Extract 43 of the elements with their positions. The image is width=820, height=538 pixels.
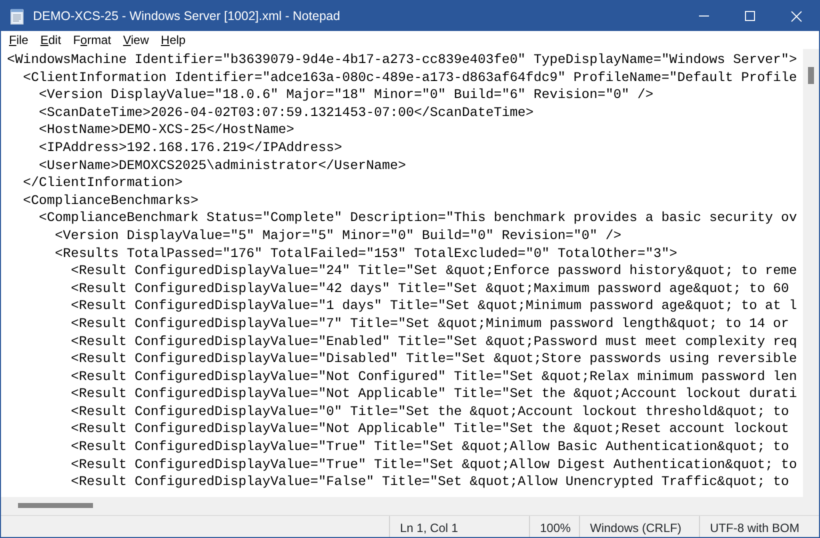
vertical-scrollbar[interactable] — [803, 49, 819, 497]
window-title: DEMO-XCS-25 - Windows Server [1002].xml - Notepad — [33, 8, 340, 25]
text-line: <Result ConfiguredDisplayValue="24" Title="Set &quot;Enforce password history&quot; to reme — [70, 262, 798, 280]
text-line: <Result ConfiguredDisplayValue="Enabled" Title="Set &quot;Password must meet complexity req — [70, 332, 798, 350]
cursor-position: Ln 1, Col 1 — [400, 521, 458, 535]
minimize-icon — [698, 15, 710, 17]
scroll-thumb[interactable] — [18, 503, 93, 508]
text-line: <ClientInformation Identifier="adce163a-080c-489e-a173-d863af64fdc9" ProfileName="Default Profile — [22, 68, 798, 86]
notepad-icon — [9, 8, 25, 24]
text-line: <Result ConfiguredDisplayValue="True" Title="Set &quot;Allow Digest Authentication&quot; to — [70, 456, 798, 474]
text-line: <Results TotalPassed="176" TotalFailed="153" TotalExcluded="0" TotalOther="3"> — [54, 244, 678, 262]
text-line: <IPAddress>192.168.176.219</IPAddress> — [38, 138, 344, 157]
text-line: <HostName>DEMO-XCS-25</HostName> — [38, 121, 296, 139]
scroll-thumb[interactable] — [808, 67, 814, 84]
text-line: <Version DisplayValue="18.0.6" Major="18" Minor="0" Build="6" Revision="0" /> — [38, 86, 654, 104]
close-icon — [790, 10, 802, 22]
text-line: <ComplianceBenchmarks> — [22, 192, 200, 210]
text-line: <Result ConfiguredDisplayValue="Not Configured" Title="Set &quot;Relax minimum password len — [70, 368, 798, 386]
text-line: </ClientInformation> — [22, 174, 184, 192]
text-line: <Result ConfiguredDisplayValue="42 days" Title="Set &quot;Maximum password age&quot; to 60 — [70, 280, 790, 298]
zoom-level: 100% — [540, 521, 571, 535]
text-line: <Version DisplayValue="5" Major="5" Minor="0" Build="0" Revision="0" /> — [54, 226, 622, 245]
text-line: <Result ConfiguredDisplayValue="Not Applicable" Title="Set the &quot;Account lockout durati — [70, 385, 798, 403]
text-line: <Result ConfiguredDisplayValue="Not Applicable" Title="Set the &quot;Reset account lockout — [70, 420, 790, 438]
text-line: <ComplianceBenchmark Status="Complete" Description="This benchmark provides a basic security ov — [38, 209, 798, 227]
text-line: <Result ConfiguredDisplayValue="1 days" Title="Set &quot;Minimum password age&quot; to at l — [70, 297, 798, 315]
menu-item[interactable]: Help — [154, 31, 192, 49]
text-line: <Result ConfiguredDisplayValue="True" Title="Set &quot;Allow Basic Authentication&quot; to — [70, 438, 790, 456]
menu-item[interactable]: View — [117, 31, 155, 49]
text-line: <WindowsMachine Identifier="b3639079-9d4e-4b17-a273-cc839e403fe0" TypeDisplayName="Windows Server"> — [7, 51, 798, 69]
menu-item[interactable]: File — [3, 31, 34, 49]
encoding: UTF-8 with BOM — [710, 521, 800, 535]
line-ending: Windows (CRLF) — [590, 521, 682, 535]
menu-item[interactable]: Format — [67, 31, 118, 49]
text-line: <Result ConfiguredDisplayValue="0" Title="Set the &quot;Account lockout threshold&quot; to — [70, 402, 790, 420]
horizontal-scrollbar[interactable] — [1, 497, 819, 515]
menu-item[interactable]: Edit — [34, 31, 68, 49]
maximize-icon — [744, 10, 756, 22]
text-line: <Result ConfiguredDisplayValue="False" Title="Set &quot;Allow Unencrypted Traffic&quot; to — [70, 473, 790, 491]
text-line: <UserName>DEMOXCS2025\administrator</UserName> — [38, 156, 407, 174]
text-line: <Result ConfiguredDisplayValue="7" Title="Set &quot;Minimum password length&quot; to 14 or — [70, 314, 790, 332]
text-line: <Result ConfiguredDisplayValue="Disabled" Title="Set &quot;Store passwords using reversible — [70, 350, 798, 368]
text-line: <ScanDateTime>2026-04-02T03:07:59.1321453-07:00</ScanDateTime> — [38, 104, 535, 122]
